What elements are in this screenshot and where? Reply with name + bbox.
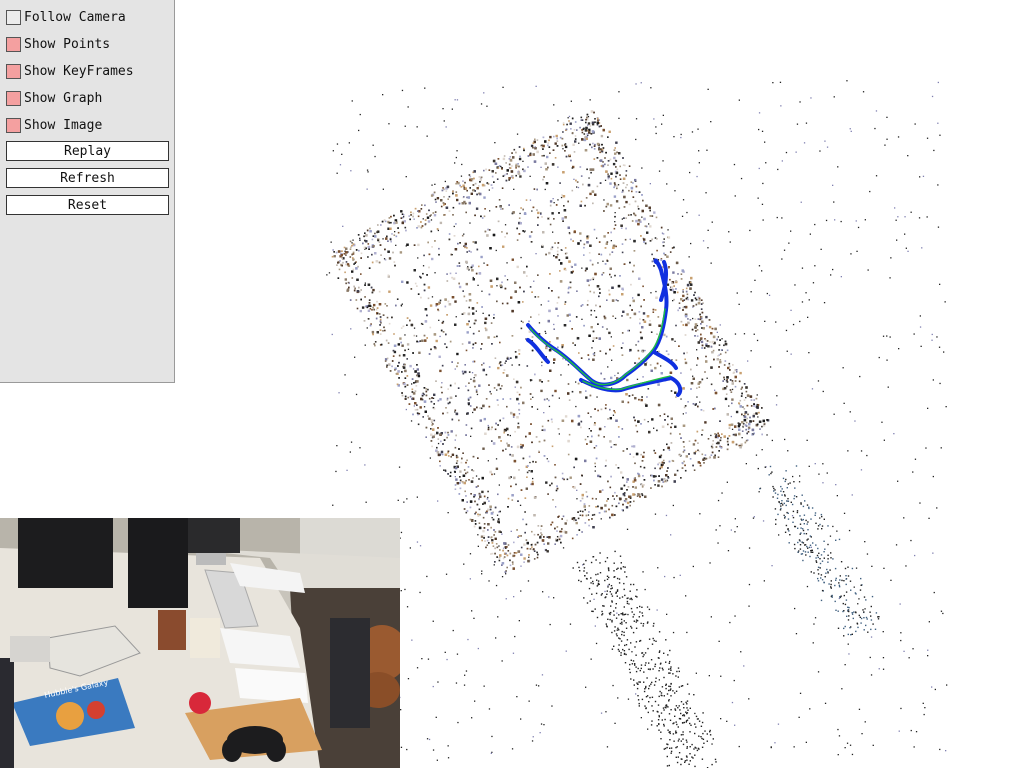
follow-camera-checkbox[interactable]: Follow Camera (6, 8, 126, 26)
keyframe-trajectory (526, 258, 683, 397)
reset-button[interactable]: Reset (6, 195, 169, 215)
show-keyframes-label: Show KeyFrames (24, 63, 134, 79)
current-frame-image: Hubble's Galaxy (0, 518, 400, 768)
follow-camera-label: Follow Camera (24, 9, 126, 25)
show-points-label: Show Points (24, 36, 111, 52)
show-points-checkbox[interactable]: Show Points (6, 35, 110, 53)
show-graph-label: Show Graph (24, 90, 103, 106)
show-image-box[interactable] (6, 117, 21, 133)
show-image-label: Show Image (24, 117, 103, 133)
map-points (326, 80, 948, 768)
show-graph-checkbox[interactable]: Show Graph (6, 89, 102, 107)
replay-button[interactable]: Replay (6, 141, 169, 161)
show-image-checkbox[interactable]: Show Image (6, 116, 102, 134)
show-points-box[interactable] (6, 36, 21, 52)
follow-camera-box[interactable] (6, 9, 21, 25)
show-graph-box[interactable] (6, 90, 21, 106)
refresh-button[interactable]: Refresh (6, 168, 169, 188)
show-keyframes-checkbox[interactable]: Show KeyFrames (6, 62, 134, 80)
desk-scene: Hubble's Galaxy (0, 518, 400, 768)
control-panel: Follow Camera Show Points Show KeyFrames… (0, 0, 175, 383)
show-keyframes-box[interactable] (6, 63, 21, 79)
